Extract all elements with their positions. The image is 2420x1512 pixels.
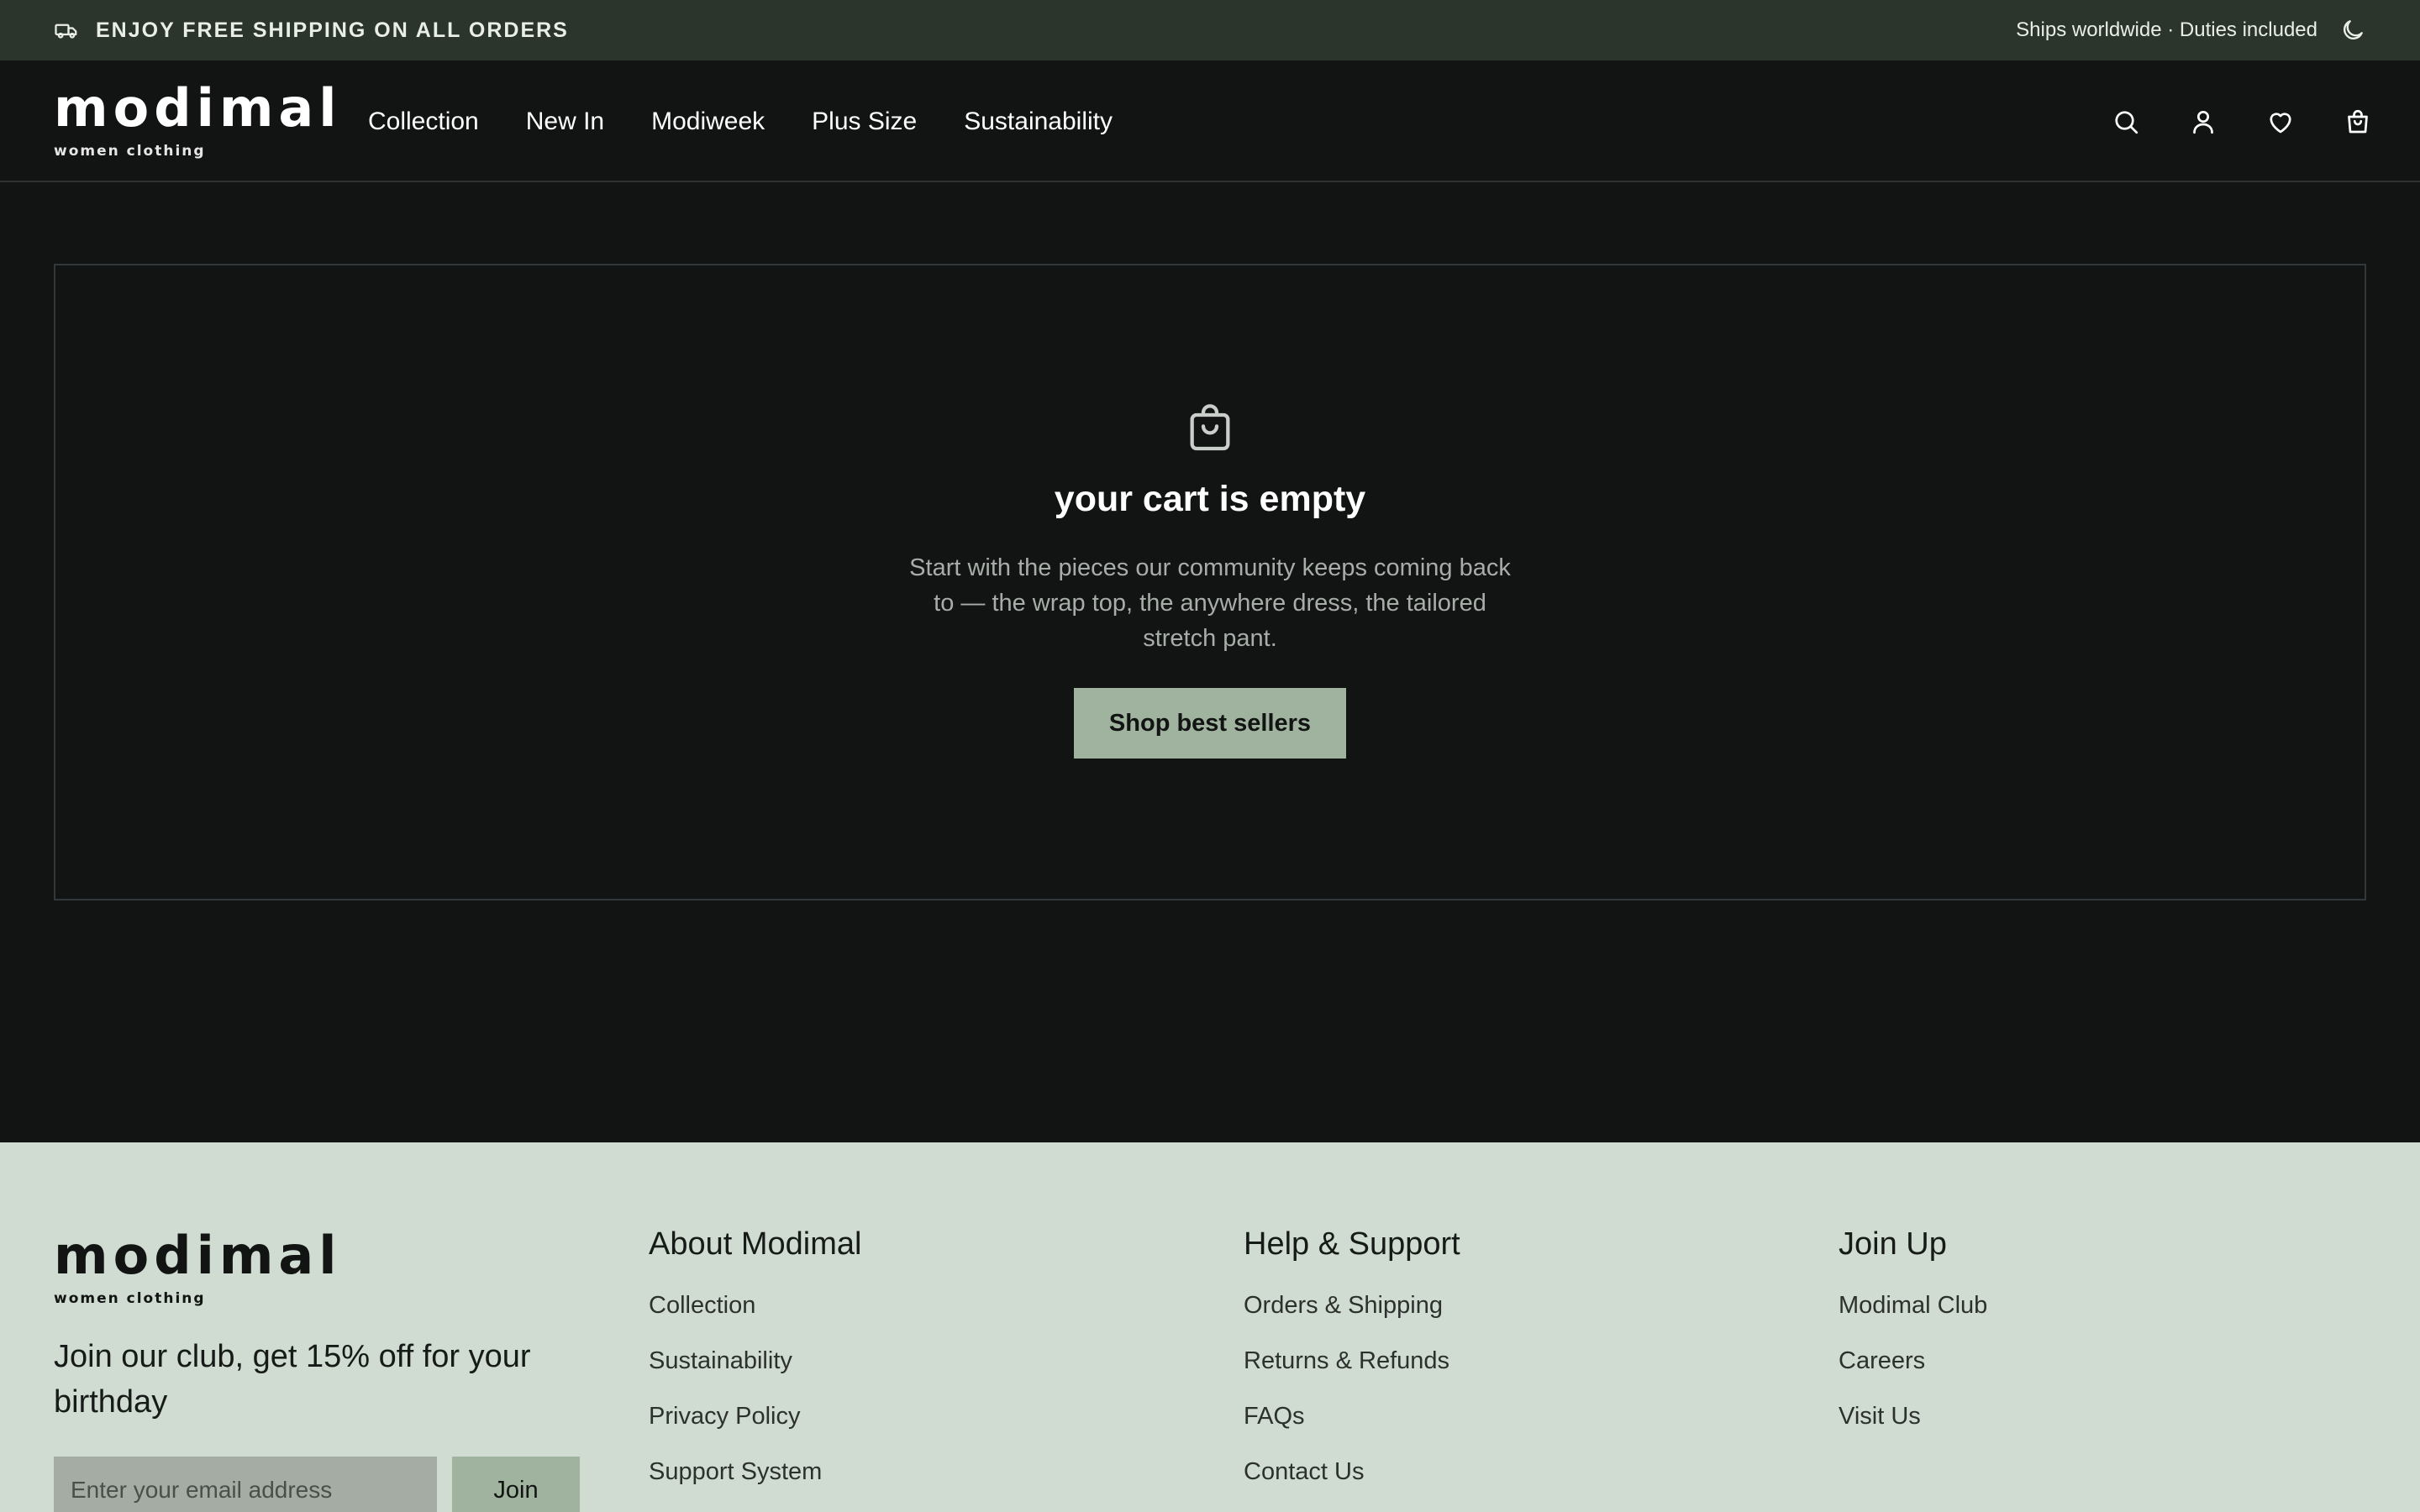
footer-link-careers[interactable]: Careers	[1839, 1333, 1987, 1389]
nav-item-sustainability[interactable]: Sustainability	[964, 108, 1113, 136]
announcement-bar: ENJOY FREE SHIPPING ON ALL ORDERS Ships …	[0, 0, 2420, 60]
nav-item-plus-size[interactable]: Plus Size	[812, 108, 917, 136]
footer-column-title: Help & Support	[1244, 1226, 1460, 1262]
footer-link-visit-us[interactable]: Visit Us	[1839, 1389, 1987, 1444]
join-button[interactable]: Join	[452, 1457, 580, 1512]
footer-link-sustainability[interactable]: Sustainability	[649, 1333, 861, 1389]
empty-cart-title: your cart is empty	[1054, 479, 1366, 519]
search-icon[interactable]	[2111, 107, 2141, 137]
footer-link-contact-us[interactable]: Contact Us	[1244, 1444, 1460, 1499]
footer-link-orders-shipping[interactable]: Orders & Shipping	[1244, 1278, 1460, 1333]
logo[interactable]: modimal women clothing	[54, 82, 342, 160]
footer-link-modimal-club[interactable]: Modimal Club	[1839, 1278, 1987, 1333]
promo-group: ENJOY FREE SHIPPING ON ALL ORDERS	[54, 18, 569, 43]
nav-item-new-in[interactable]: New In	[526, 108, 604, 136]
footer-link-collection[interactable]: Collection	[649, 1278, 861, 1333]
footer-logo-wordmark: modimal	[54, 1225, 342, 1286]
nav-item-modiweek[interactable]: Modiweek	[651, 108, 765, 136]
account-icon[interactable]	[2188, 107, 2218, 137]
logo-wordmark: modimal	[54, 77, 342, 139]
header-actions	[2111, 60, 2373, 182]
footer-column-title: Join Up	[1839, 1226, 1947, 1262]
footer-link-returns-refunds[interactable]: Returns & Refunds	[1244, 1333, 1460, 1389]
shop-best-sellers-button[interactable]: Shop best sellers	[1074, 688, 1346, 759]
nav-item-collection[interactable]: Collection	[368, 108, 479, 136]
truck-icon	[55, 24, 77, 39]
footer-column-help: Help & Support Orders & Shipping Returns…	[1244, 1226, 1460, 1499]
empty-cart-description: Start with the pieces our community keep…	[909, 554, 1511, 652]
shipping-info-group: Ships worldwide · Duties included	[2016, 17, 2366, 44]
site-header: modimal women clothing Collection New In…	[0, 60, 2420, 182]
cart-icon[interactable]	[2343, 107, 2373, 137]
main-nav: Collection New In Modiweek Plus Size Sus…	[368, 60, 1113, 182]
site-footer: modimal women clothing Join our club, ge…	[0, 1142, 2420, 1512]
empty-cart-panel: your cart is empty Start with the pieces…	[54, 264, 2366, 900]
footer-logo-tagline: women clothing	[54, 1290, 206, 1307]
footer-logo[interactable]: modimal women clothing	[54, 1225, 342, 1308]
heart-icon[interactable]	[2265, 107, 2296, 137]
shopping-bag-icon	[1190, 404, 1230, 451]
footer-link-faqs[interactable]: FAQs	[1244, 1389, 1460, 1444]
moon-icon[interactable]	[2339, 17, 2366, 44]
email-field[interactable]	[54, 1457, 437, 1512]
footer-column-title: About Modimal	[649, 1226, 862, 1262]
promo-text: ENJOY FREE SHIPPING ON ALL ORDERS	[96, 18, 569, 42]
club-signup-text: Join our club, get 15% off for your birt…	[54, 1339, 531, 1420]
footer-link-support-system[interactable]: Support System	[649, 1444, 861, 1499]
footer-link-privacy-policy[interactable]: Privacy Policy	[649, 1389, 861, 1444]
shipping-info-text: Ships worldwide · Duties included	[2016, 18, 2317, 41]
footer-column-about: About Modimal Collection Sustainability …	[649, 1226, 861, 1499]
logo-tagline: women clothing	[54, 143, 206, 160]
footer-column-join-up: Join Up Modimal Club Careers Visit Us	[1839, 1226, 1987, 1444]
